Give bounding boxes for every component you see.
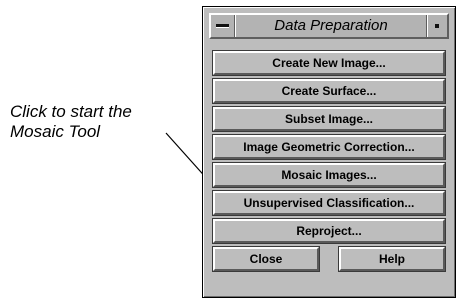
mosaic-images-button[interactable]: Mosaic Images... — [212, 162, 446, 188]
callout-text: Click to start the Mosaic Tool — [10, 102, 180, 142]
help-button[interactable]: Help — [338, 246, 446, 272]
window-menu-icon[interactable] — [211, 15, 235, 37]
unsupervised-classification-button[interactable]: Unsupervised Classification... — [212, 190, 446, 216]
data-preparation-window: Data Preparation Create New Image... Cre… — [202, 6, 456, 298]
callout-line-2: Mosaic Tool — [10, 122, 101, 141]
create-surface-button[interactable]: Create Surface... — [212, 78, 446, 104]
image-geometric-correction-button[interactable]: Image Geometric Correction... — [212, 134, 446, 160]
subset-image-button[interactable]: Subset Image... — [212, 106, 446, 132]
window-title: Data Preparation — [235, 15, 427, 37]
create-new-image-button[interactable]: Create New Image... — [212, 50, 446, 76]
minimize-icon[interactable] — [427, 15, 447, 37]
window-titlebar: Data Preparation — [209, 13, 449, 39]
close-button[interactable]: Close — [212, 246, 320, 272]
reproject-button[interactable]: Reproject... — [212, 218, 446, 244]
callout-line-1: Click to start the — [10, 102, 132, 121]
